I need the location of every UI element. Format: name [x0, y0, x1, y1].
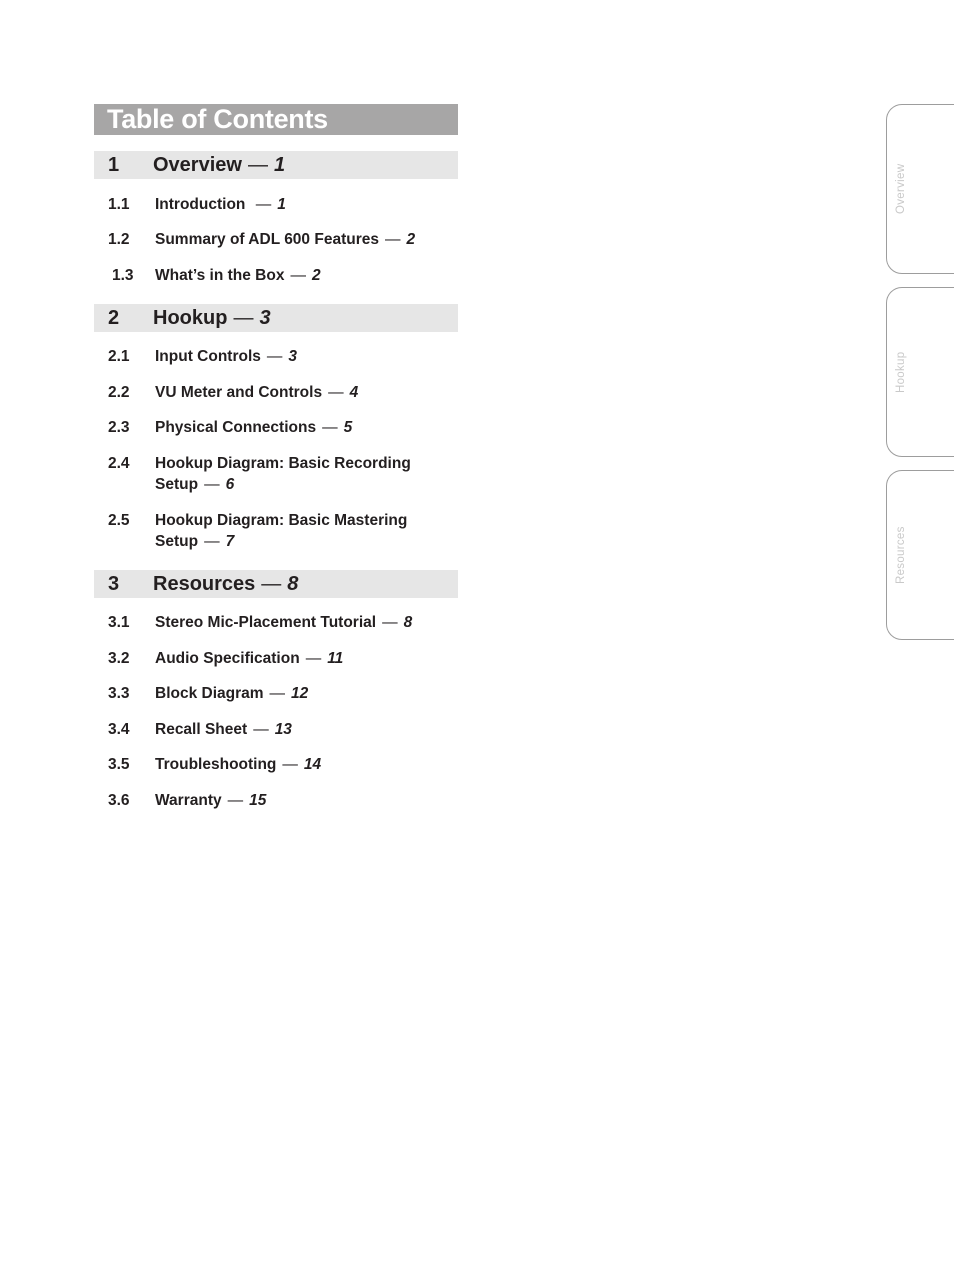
item-label: Troubleshooting —14 — [155, 756, 322, 773]
section-page: 3 — [259, 307, 271, 329]
side-tab-overview[interactable]: Overview — [886, 104, 954, 274]
item-number: 3.3 — [108, 685, 130, 702]
item-label: Recall Sheet —13 — [155, 721, 292, 738]
item-label: What’s in the Box —2 — [155, 267, 321, 284]
item-number: 1.1 — [108, 196, 130, 213]
section-label: Hookup —3 — [153, 307, 271, 329]
item-number: 2.5 — [108, 512, 130, 529]
section-number: 3 — [108, 573, 120, 595]
item-number: 3.5 — [108, 756, 130, 773]
item-label: Stereo Mic-Placement Tutorial —8 — [155, 614, 413, 631]
item-number: 3.1 — [108, 614, 130, 631]
item-label: Hookup Diagram: Basic Mastering Setup —7 — [155, 512, 408, 550]
item-label: Audio Specification —11 — [155, 650, 344, 667]
item-number: 1.3 — [112, 267, 134, 284]
toc-section-resources[interactable]: 3 Resources —8 — [94, 570, 458, 598]
item-number: 2.4 — [108, 455, 130, 472]
item-label: Introduction —1 — [155, 196, 286, 213]
item-number: 1.2 — [108, 231, 130, 248]
side-tab-label: Overview — [895, 163, 907, 215]
toc-section-overview[interactable]: 1 Overview —1 — [94, 151, 458, 179]
item-label: Input Controls —3 — [155, 348, 298, 365]
section-number: 1 — [108, 154, 120, 176]
item-label: VU Meter and Controls —4 — [155, 384, 359, 401]
page-title: Table of Contents — [94, 104, 458, 135]
item-label: Hookup Diagram: Basic Recording Setup —6 — [155, 455, 411, 493]
toc-section-hookup[interactable]: 2 Hookup —3 — [94, 304, 458, 332]
side-tab-label: Hookup — [895, 351, 907, 393]
section-label: Overview —1 — [153, 154, 286, 176]
item-number: 2.3 — [108, 419, 130, 436]
section-page: 1 — [273, 154, 286, 176]
section-number: 2 — [108, 307, 120, 329]
item-number: 2.1 — [108, 348, 130, 365]
item-number: 3.2 — [108, 650, 130, 667]
item-number: 3.4 — [108, 721, 130, 738]
item-label: Physical Connections —5 — [155, 419, 353, 436]
side-tab-hookup[interactable]: Hookup — [886, 287, 954, 457]
item-label: Summary of ADL 600 Features —2 — [155, 231, 416, 248]
item-label: Warranty —15 — [155, 792, 267, 809]
side-tab-label: Resources — [895, 526, 907, 584]
section-page: 8 — [287, 573, 299, 595]
section-label: Resources —8 — [153, 573, 299, 595]
item-number: 2.2 — [108, 384, 130, 401]
item-number: 3.6 — [108, 792, 130, 809]
item-label: Block Diagram —12 — [155, 685, 309, 702]
side-tab-resources[interactable]: Resources — [886, 470, 954, 640]
